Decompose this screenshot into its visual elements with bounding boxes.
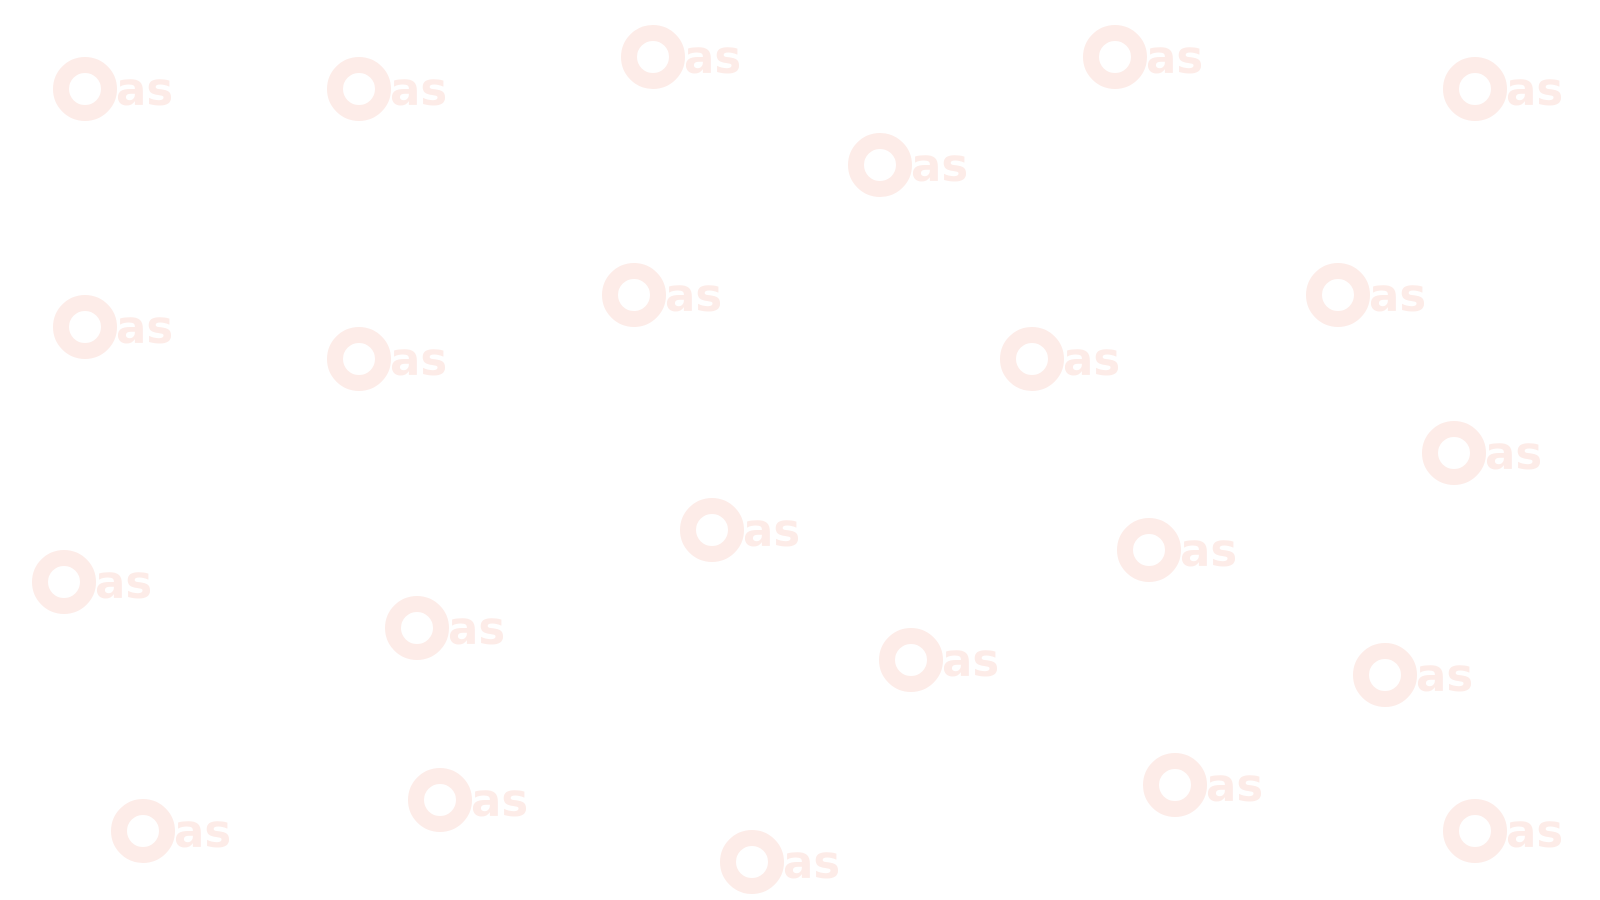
watermark-text: as (390, 63, 448, 116)
ring-o-icon (408, 768, 472, 832)
watermark-logo: as (602, 263, 722, 327)
ring-o-icon (720, 830, 784, 894)
ring-o-icon (1143, 753, 1207, 817)
watermark-text: as (116, 63, 174, 116)
watermark-logo: as (1443, 799, 1563, 863)
ring-o-icon (53, 295, 117, 359)
watermark-text: as (783, 836, 841, 889)
ring-o-icon (1117, 518, 1181, 582)
watermark-logo: as (1353, 643, 1473, 707)
watermark-logo: as (327, 327, 447, 391)
watermark-text: as (174, 805, 232, 858)
ring-o-icon (602, 263, 666, 327)
ring-o-icon (680, 498, 744, 562)
watermark-text: as (911, 139, 969, 192)
ring-o-icon (879, 628, 943, 692)
watermark-text: as (1206, 759, 1264, 812)
watermark-logo: as (848, 133, 968, 197)
watermark-logo: as (1143, 753, 1263, 817)
watermark-logo: as (720, 830, 840, 894)
ring-o-icon (32, 550, 96, 614)
watermark-logo: as (111, 799, 231, 863)
watermark-logo: as (1443, 57, 1563, 121)
watermark-logo: as (1422, 421, 1542, 485)
watermark-text: as (665, 269, 723, 322)
watermark-logo: as (879, 628, 999, 692)
watermark-canvas: as as as as as as as as as as as as as a… (0, 0, 1600, 900)
watermark-text: as (471, 774, 529, 827)
ring-o-icon (1083, 25, 1147, 89)
ring-o-icon (1443, 799, 1507, 863)
watermark-text: as (1485, 427, 1543, 480)
watermark-logo: as (53, 295, 173, 359)
ring-o-icon (621, 25, 685, 89)
watermark-logo: as (327, 57, 447, 121)
watermark-text: as (684, 31, 742, 84)
watermark-logo: as (32, 550, 152, 614)
watermark-logo: as (385, 596, 505, 660)
watermark-logo: as (621, 25, 741, 89)
watermark-logo: as (680, 498, 800, 562)
ring-o-icon (1306, 263, 1370, 327)
ring-o-icon (327, 327, 391, 391)
ring-o-icon (1353, 643, 1417, 707)
watermark-text: as (390, 333, 448, 386)
watermark-text: as (942, 634, 1000, 687)
watermark-logo: as (53, 57, 173, 121)
watermark-text: as (1063, 333, 1121, 386)
ring-o-icon (327, 57, 391, 121)
ring-o-icon (848, 133, 912, 197)
watermark-text: as (116, 301, 174, 354)
watermark-text: as (1506, 63, 1564, 116)
watermark-text: as (95, 556, 153, 609)
ring-o-icon (1443, 57, 1507, 121)
watermark-text: as (743, 504, 801, 557)
watermark-text: as (1506, 805, 1564, 858)
ring-o-icon (1422, 421, 1486, 485)
watermark-logo: as (408, 768, 528, 832)
watermark-logo: as (1000, 327, 1120, 391)
watermark-logo: as (1306, 263, 1426, 327)
watermark-text: as (448, 602, 506, 655)
watermark-logo: as (1083, 25, 1203, 89)
ring-o-icon (53, 57, 117, 121)
watermark-text: as (1369, 269, 1427, 322)
ring-o-icon (385, 596, 449, 660)
watermark-logo: as (1117, 518, 1237, 582)
ring-o-icon (111, 799, 175, 863)
watermark-text: as (1146, 31, 1204, 84)
ring-o-icon (1000, 327, 1064, 391)
watermark-text: as (1180, 524, 1238, 577)
watermark-text: as (1416, 649, 1474, 702)
